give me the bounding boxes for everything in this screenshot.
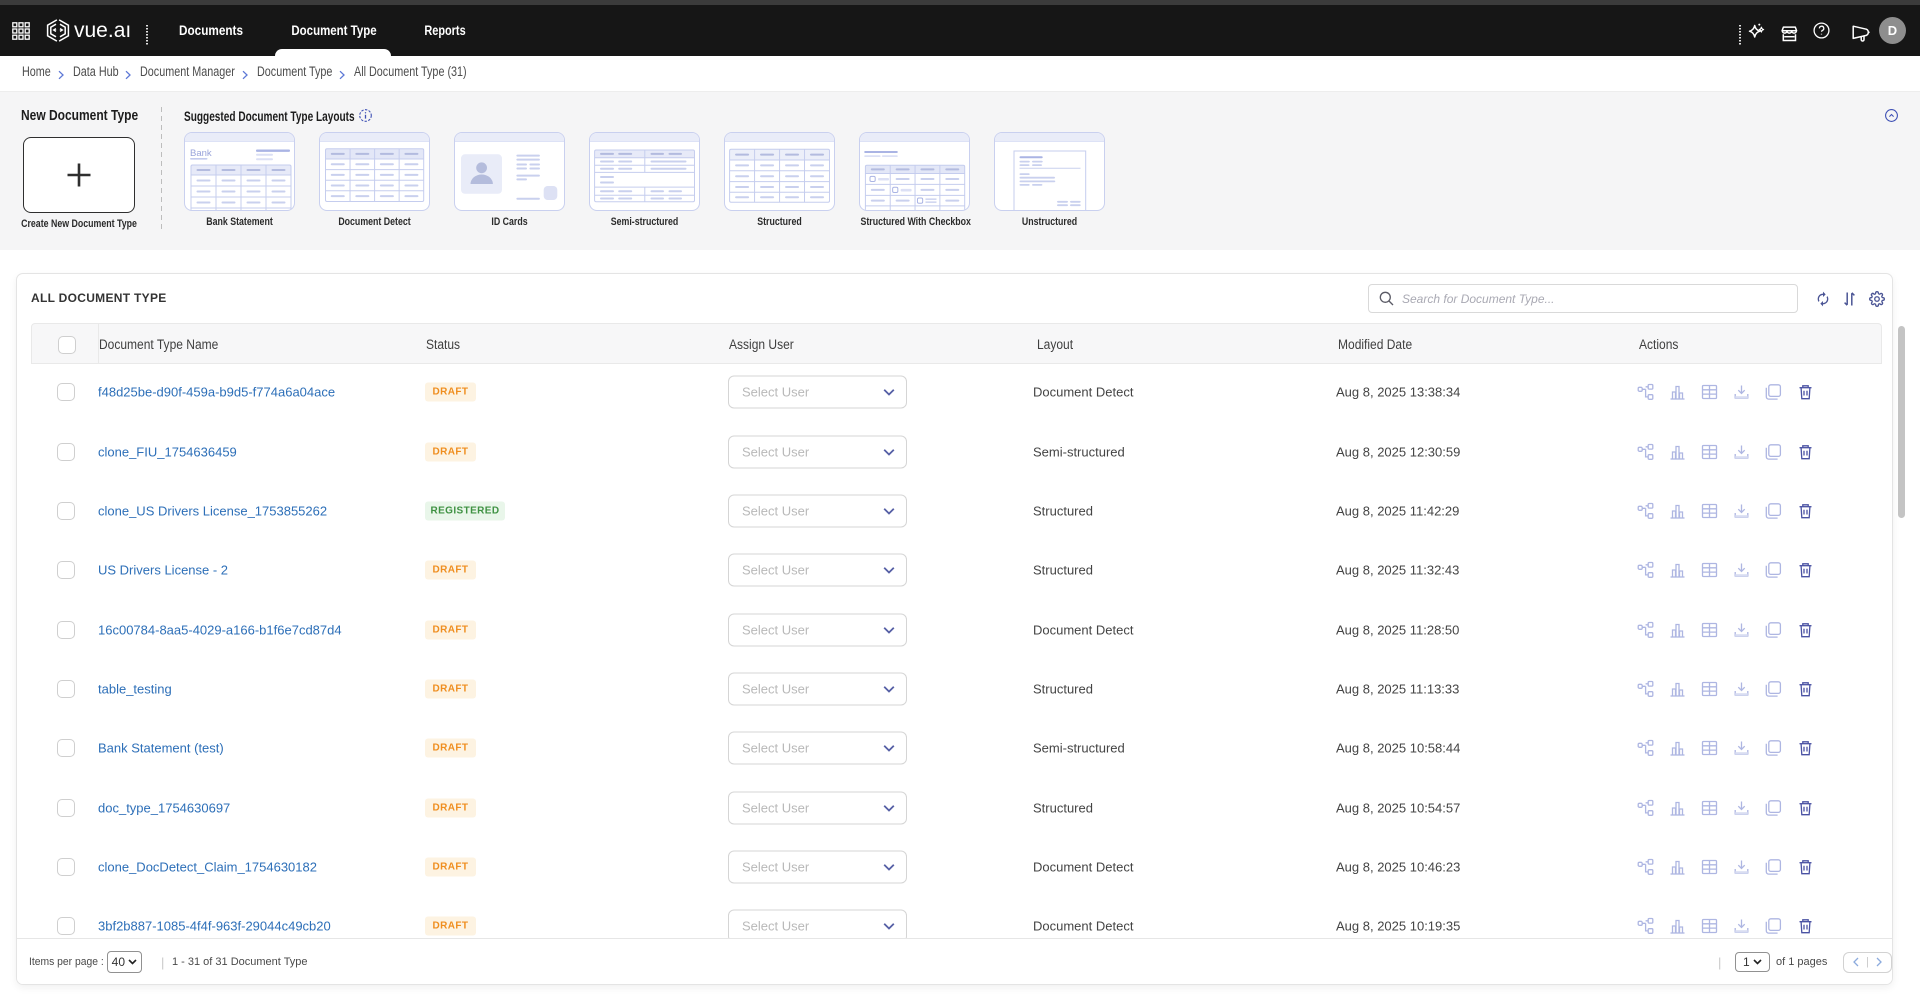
svg-text:Bank: Bank <box>190 148 212 159</box>
